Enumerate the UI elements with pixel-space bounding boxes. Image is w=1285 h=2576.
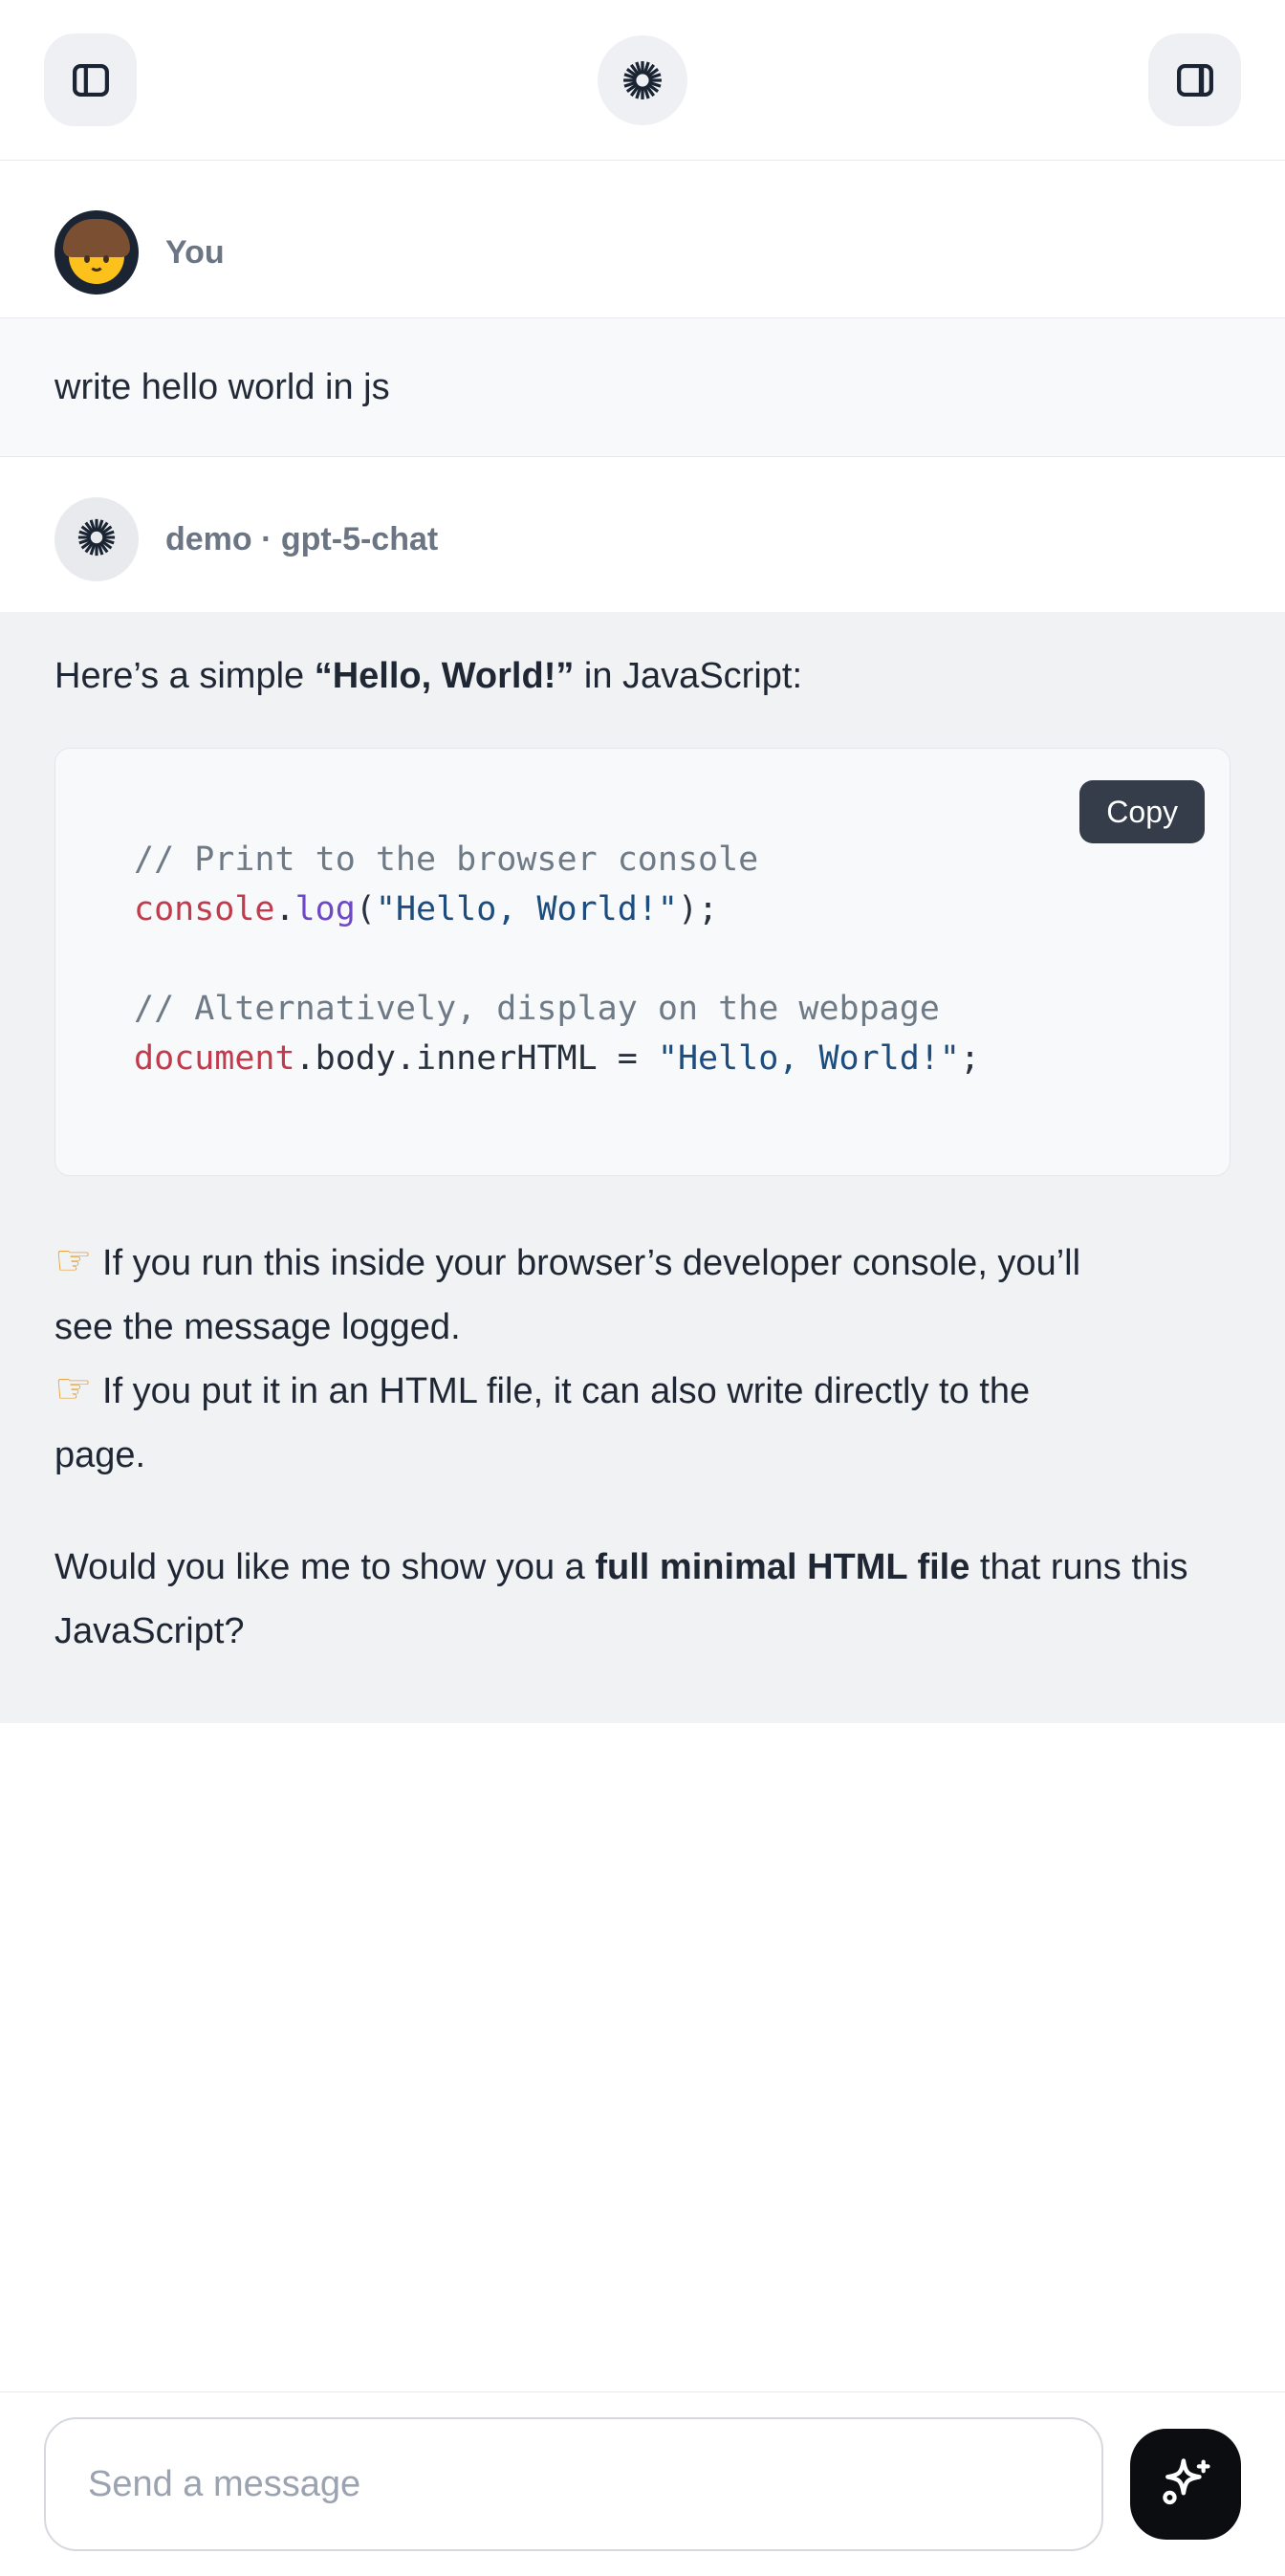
tip-line: see the message logged. xyxy=(54,1296,1231,1360)
code-line: document.body.innerHTML = "Hello, World!… xyxy=(134,1034,1191,1083)
code-block: Copy // Print to the browser consolecons… xyxy=(54,748,1231,1176)
starburst-icon xyxy=(621,58,664,102)
assistant-message-header: demo · gpt-5-chat xyxy=(0,457,1285,612)
empty-space xyxy=(0,1723,1285,2391)
message-input[interactable] xyxy=(44,2417,1103,2551)
tips-paragraph: ☞ If you run this inside your browser’s … xyxy=(54,1232,1231,1488)
response-intro: Here’s a simple “Hello, World!” in JavaS… xyxy=(54,644,1231,708)
send-button[interactable] xyxy=(1130,2429,1241,2540)
code-line: console.log("Hello, World!"); xyxy=(134,884,1191,934)
assistant-name-label: demo · gpt-5-chat xyxy=(165,521,438,558)
pointing-right-emoji: ☞ xyxy=(54,1365,92,1412)
code-line xyxy=(134,934,1191,984)
tip-line: page. xyxy=(54,1424,1231,1488)
tip-line: ☞ If you run this inside your browser’s … xyxy=(54,1232,1231,1296)
sidebar-toggle-button[interactable] xyxy=(44,33,137,126)
question-bold: full minimal HTML file xyxy=(595,1547,969,1587)
code-line: // Alternatively, display on the webpage xyxy=(134,984,1191,1034)
sparkle-icon xyxy=(1155,2453,1216,2517)
user-message-header: You xyxy=(0,161,1285,317)
user-sender-label: You xyxy=(165,234,225,272)
tip-line: ☞ If you put it in an HTML file, it can … xyxy=(54,1360,1231,1424)
assistant-avatar xyxy=(54,497,139,581)
chat-transcript: You write hello world in js xyxy=(0,161,1285,2391)
intro-suffix: in JavaScript: xyxy=(574,656,802,696)
right-panel-toggle-button[interactable] xyxy=(1148,33,1241,126)
top-bar xyxy=(0,0,1285,161)
user-message-text: write hello world in js xyxy=(54,367,390,407)
code-content: // Print to the browser consoleconsole.l… xyxy=(55,749,1230,1175)
starburst-icon xyxy=(76,516,118,563)
pointing-right-emoji: ☞ xyxy=(54,1237,92,1284)
assistant-response: Here’s a simple “Hello, World!” in JavaS… xyxy=(0,612,1285,1723)
user-avatar xyxy=(54,210,139,295)
intro-bold: “Hello, World!” xyxy=(315,656,575,696)
copy-button[interactable]: Copy xyxy=(1079,780,1205,843)
follow-up-question: Would you like me to show you a full min… xyxy=(54,1536,1231,1664)
model-button[interactable] xyxy=(598,35,687,125)
composer-bar xyxy=(0,2391,1285,2576)
question-prefix: Would you like me to show you a xyxy=(54,1547,595,1587)
panel-left-icon xyxy=(69,58,113,102)
user-message-bubble: write hello world in js xyxy=(0,317,1285,457)
person-emoji-icon xyxy=(69,229,124,284)
code-line: // Print to the browser console xyxy=(134,835,1191,884)
intro-prefix: Here’s a simple xyxy=(54,656,315,696)
panel-right-icon xyxy=(1173,58,1217,102)
